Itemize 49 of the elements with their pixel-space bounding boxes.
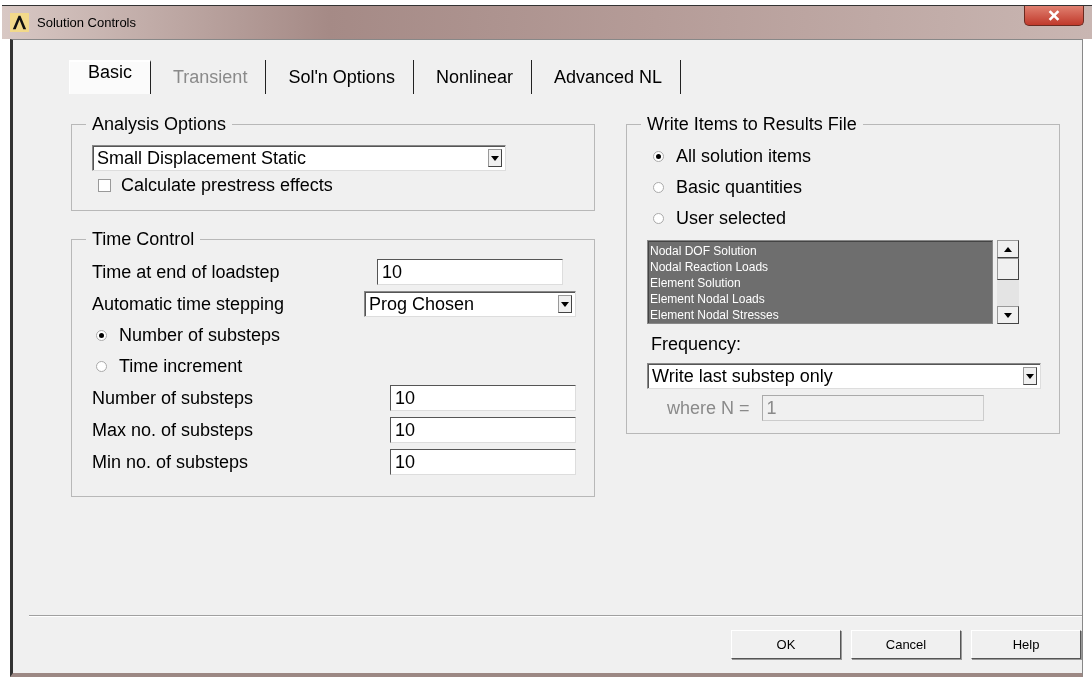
input-field[interactable]: 10 [390, 449, 576, 475]
list-item[interactable]: Element Solution [650, 275, 990, 291]
dialog-button[interactable]: Help [971, 630, 1081, 659]
tab[interactable]: Nonlinear [417, 60, 532, 94]
dialog-button[interactable]: Cancel [851, 630, 961, 659]
frequency-label: Frequency: [651, 334, 743, 355]
field-label: Number of substeps [92, 387, 254, 409]
list-item[interactable]: Nodal Reaction Loads [650, 259, 990, 275]
list-item[interactable]: Element Nodal Stresses [650, 307, 990, 323]
checkbox[interactable] [98, 179, 111, 192]
field-label: where N = [667, 397, 750, 419]
window-title: Solution Controls [37, 15, 136, 30]
results-item-list[interactable]: Nodal DOF Solution Nodal Reaction Loads Element Solution Element Nodal Loads Element Nodal Stresses [647, 240, 993, 324]
time-stepping-dropdown[interactable]: Prog Chosen [364, 291, 576, 317]
radio-button[interactable] [653, 213, 664, 224]
scroll-up-arrow-icon [1004, 246, 1012, 252]
radio-label: Number of substeps [119, 325, 281, 346]
list-item[interactable]: Nodal DOF Solution [650, 243, 990, 259]
group-title: Write Items to Results File [646, 114, 858, 135]
field-label: Max no. of substeps [92, 419, 254, 441]
group-title: Time Control [91, 229, 196, 250]
field-label: Time at end of loadstep [92, 261, 280, 283]
scrollbar[interactable] [997, 240, 1019, 324]
radio-button[interactable] [96, 361, 107, 372]
radio-label: All solution items [676, 146, 812, 167]
radio-label: Basic quantities [676, 177, 803, 198]
radio-label: User selected [676, 208, 787, 229]
checkbox-label: Calculate prestress effects [121, 175, 333, 196]
analysis-type-dropdown[interactable]: Small Displacement Static [92, 145, 506, 171]
radio-label: Time increment [119, 356, 243, 377]
frequency-dropdown[interactable]: Write last substep only [647, 363, 1041, 389]
tab[interactable]: Sol'n Options [270, 60, 414, 94]
list-item[interactable]: Element Nodal Loads [650, 291, 990, 307]
field-label: Min no. of substeps [92, 451, 249, 473]
app-logo-icon [10, 13, 29, 32]
tab[interactable]: Advanced NL [535, 60, 681, 94]
scroll-down-arrow-icon [1004, 312, 1012, 318]
radio-button[interactable] [96, 330, 107, 341]
radio-button[interactable] [653, 182, 664, 193]
input-field[interactable]: 10 [390, 385, 576, 411]
close-button[interactable] [1024, 6, 1084, 26]
field-label: Automatic time stepping [92, 293, 285, 315]
radio-button[interactable] [653, 151, 664, 162]
input-field[interactable]: 10 [377, 259, 563, 285]
close-icon [1047, 10, 1061, 21]
input-field[interactable]: 10 [390, 417, 576, 443]
group-title: Analysis Options [91, 114, 228, 135]
tab[interactable]: Basic [69, 60, 151, 94]
dialog-button[interactable]: OK [731, 630, 841, 659]
